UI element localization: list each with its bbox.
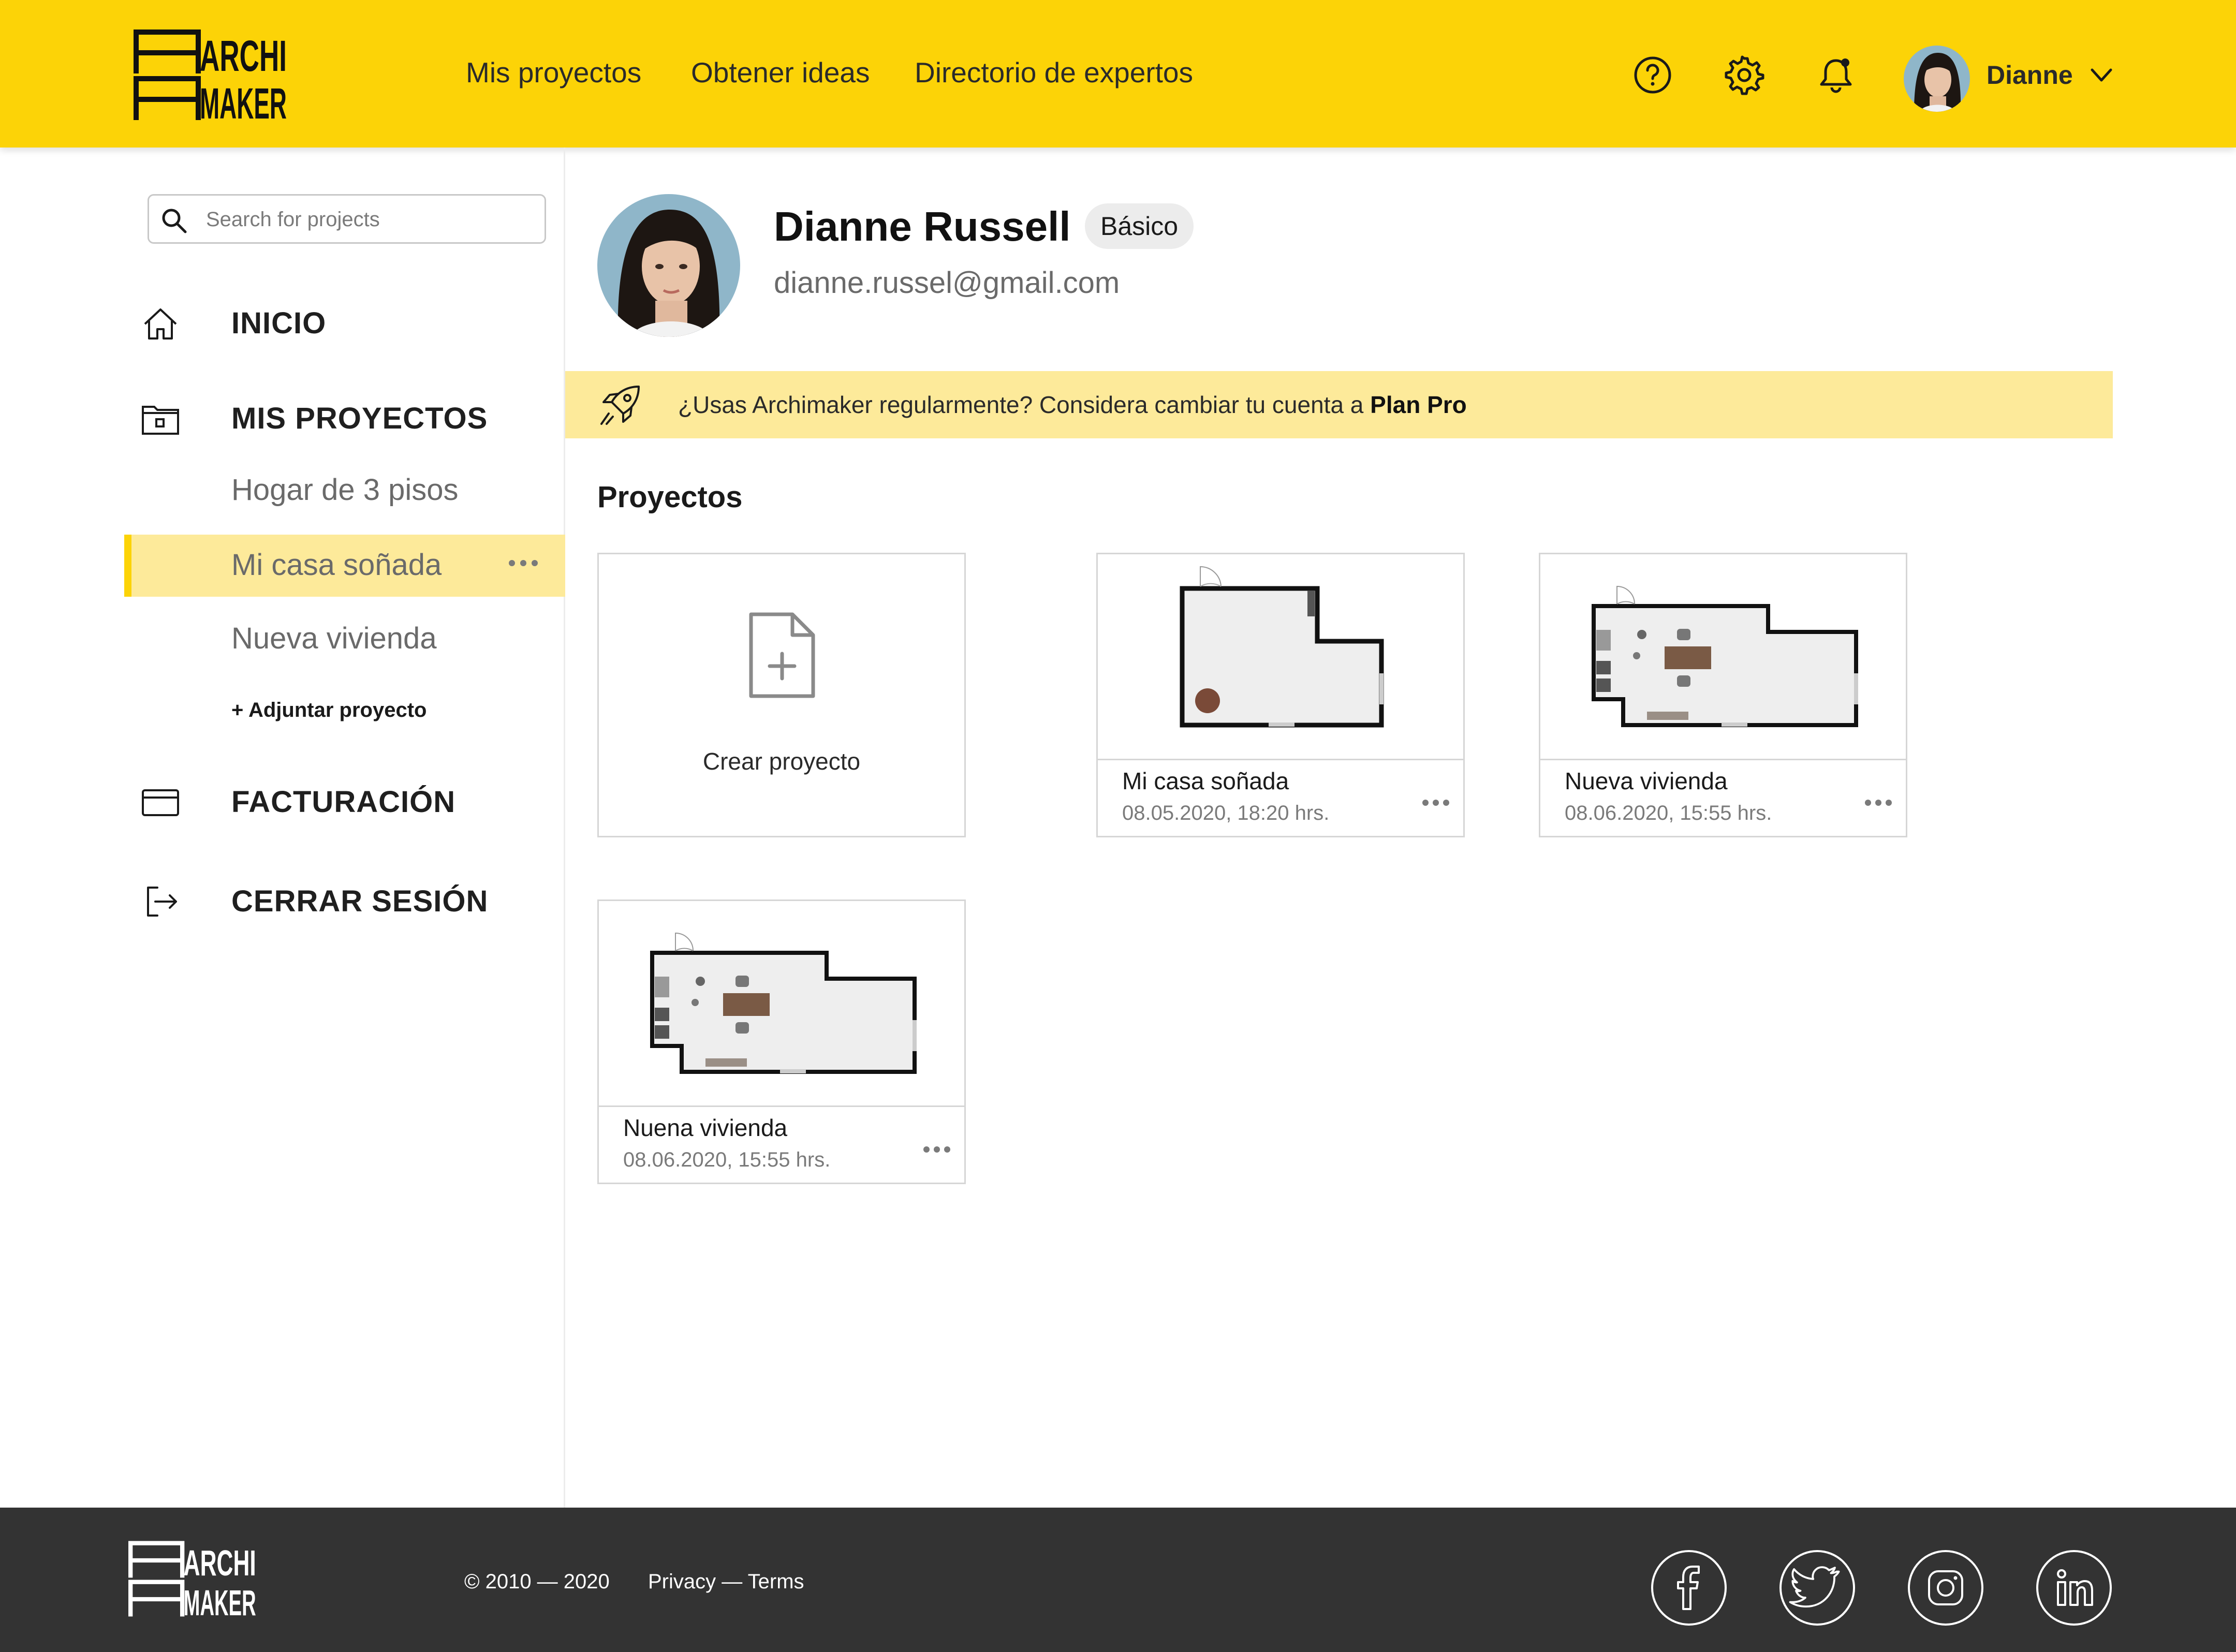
upgrade-banner-text: ¿Usas Archimaker regularmente? Considera… — [678, 391, 1467, 418]
user-name[interactable]: Dianne — [1987, 54, 2073, 96]
project-card[interactable]: Nueva vivienda 08.06.2020, 15:55 hrs. — [1539, 553, 1907, 837]
project-card-date: 08.06.2020, 15:55 hrs. — [623, 1148, 831, 1171]
sidebar-item-label: INICIO — [231, 306, 327, 340]
sidebar-project-mi-casa-sonada[interactable]: Mi casa soñada — [124, 535, 565, 597]
rocket-icon — [600, 386, 640, 425]
profile-email: dianne.russel@gmail.com — [774, 266, 1120, 300]
search-input[interactable] — [206, 205, 527, 234]
archimaker-logo-footer[interactable]: ARCHI MAKER — [128, 1540, 258, 1620]
twitter-icon[interactable] — [1779, 1550, 1855, 1626]
project-card-date: 08.05.2020, 18:20 hrs. — [1122, 802, 1330, 824]
sidebar-item-label: CERRAR SESIÓN — [231, 884, 489, 918]
more-options-icon[interactable] — [922, 1142, 952, 1157]
project-card-date: 08.06.2020, 15:55 hrs. — [1565, 802, 1772, 824]
project-card-title: Nuena vivienda — [623, 1114, 788, 1141]
sidebar: INICIO MIS PROYECTOS Hogar de 3 pisos Mi… — [0, 148, 565, 1508]
project-card[interactable]: Nuena vivienda 08.06.2020, 15:55 hrs. — [597, 899, 966, 1184]
credit-card-icon — [140, 784, 181, 820]
more-options-icon[interactable] — [1863, 795, 1893, 810]
project-card[interactable]: Mi casa soñada 08.05.2020, 18:20 hrs. — [1096, 553, 1465, 837]
upgrade-banner[interactable]: ¿Usas Archimaker regularmente? Considera… — [565, 371, 2113, 438]
more-options-icon[interactable] — [507, 555, 540, 571]
profile-name: Dianne Russell — [774, 203, 1071, 249]
user-avatar[interactable] — [1904, 46, 1970, 112]
folder-icon — [140, 401, 181, 437]
logout-icon — [140, 883, 181, 920]
copyright-text: © 2010 — 2020 — [464, 1570, 610, 1593]
sidebar-item-mis-proyectos[interactable]: MIS PROYECTOS — [140, 389, 554, 446]
notification-bell-icon[interactable] — [1815, 54, 1857, 96]
search-icon — [162, 209, 187, 233]
plan-pro-link[interactable]: Plan Pro — [1370, 391, 1467, 418]
project-link-label: Hogar de 3 pisos — [231, 473, 459, 507]
facebook-icon[interactable] — [1651, 1550, 1727, 1626]
sidebar-item-label: FACTURACIÓN — [231, 785, 456, 819]
create-project-label: Crear proyecto — [702, 748, 861, 775]
floor-plan-thumbnail — [599, 901, 964, 1107]
svg-text:MAKER: MAKER — [184, 1583, 256, 1620]
project-link-label: Nueva vivienda — [231, 622, 437, 655]
page: ARCHI MAKER Mis proyectos Obtener ideas … — [0, 0, 2236, 1652]
footer: ARCHI MAKER © 2010 — 2020 Privacy — Term… — [0, 1508, 2236, 1652]
sidebar-item-facturacion[interactable]: FACTURACIÓN — [140, 773, 554, 830]
svg-text:ARCHI: ARCHI — [184, 1543, 256, 1583]
archimaker-logo[interactable]: ARCHI MAKER — [134, 30, 289, 123]
attach-project-link[interactable]: + Adjuntar proyecto — [231, 695, 426, 726]
sidebar-project-hogar-3-pisos[interactable]: Hogar de 3 pisos — [124, 460, 565, 522]
profile-avatar[interactable] — [597, 194, 740, 337]
new-file-icon — [749, 612, 815, 698]
home-icon — [140, 305, 181, 342]
projects-section-title: Proyectos — [597, 480, 743, 514]
floor-plan-thumbnail — [1540, 554, 1906, 760]
help-icon[interactable] — [1632, 54, 1673, 96]
sidebar-item-cerrar-sesion[interactable]: CERRAR SESIÓN — [140, 872, 554, 929]
instagram-icon[interactable] — [1908, 1550, 1983, 1626]
create-project-card[interactable]: Crear proyecto — [597, 553, 966, 837]
settings-icon[interactable] — [1724, 54, 1765, 96]
sidebar-item-label: MIS PROYECTOS — [231, 402, 488, 435]
project-link-label: Mi casa soñada — [231, 548, 442, 582]
svg-text:MAKER: MAKER — [200, 79, 287, 123]
main-content: Dianne Russell Básico dianne.russel@gmai… — [565, 148, 2236, 1508]
project-card-title: Mi casa soñada — [1122, 768, 1289, 794]
floor-plan-thumbnail — [1098, 554, 1463, 760]
nav-mis-proyectos[interactable]: Mis proyectos — [466, 52, 641, 93]
search-box[interactable] — [148, 194, 546, 244]
project-card-title: Nueva vivienda — [1565, 768, 1728, 794]
sidebar-item-inicio[interactable]: INICIO — [140, 294, 554, 351]
privacy-terms-link[interactable]: Privacy — Terms — [648, 1566, 804, 1597]
plan-badge: Básico — [1085, 203, 1194, 249]
svg-text:ARCHI: ARCHI — [200, 32, 287, 80]
top-bar: ARCHI MAKER Mis proyectos Obtener ideas … — [0, 0, 2236, 148]
chevron-down-icon[interactable] — [2086, 60, 2117, 91]
sidebar-project-nueva-vivienda[interactable]: Nueva vivienda — [124, 608, 565, 670]
nav-directorio-expertos[interactable]: Directorio de expertos — [915, 52, 1193, 93]
nav-obtener-ideas[interactable]: Obtener ideas — [691, 52, 870, 93]
linkedin-icon[interactable] — [2036, 1550, 2112, 1626]
more-options-icon[interactable] — [1421, 795, 1451, 810]
